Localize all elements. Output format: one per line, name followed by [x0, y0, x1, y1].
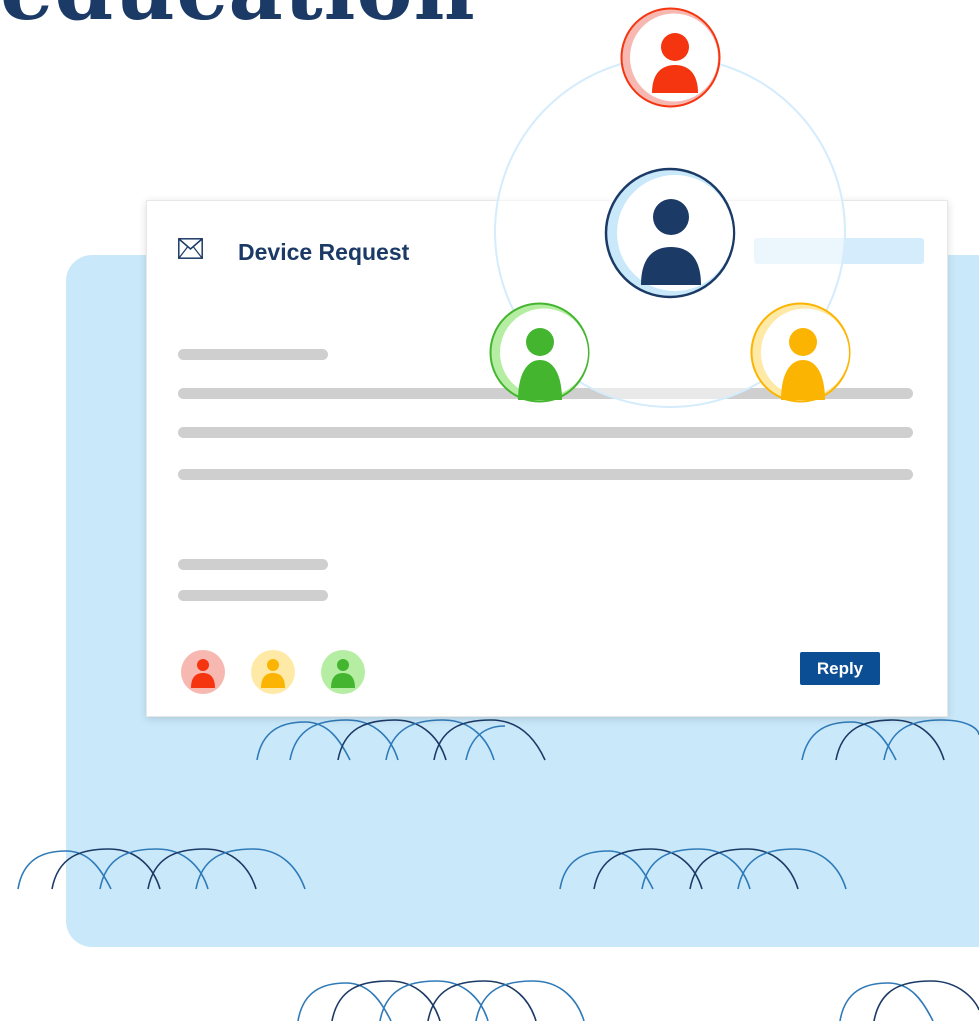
reply-button[interactable]: Reply: [800, 652, 880, 685]
navy-user-avatar-icon[interactable]: [604, 167, 736, 299]
text-placeholder-line: [178, 469, 913, 480]
text-placeholder-line: [178, 349, 328, 360]
wave-group: [801, 719, 979, 761]
wave-group: [297, 980, 585, 1021]
wave-group: [256, 719, 546, 761]
green-user-avatar-icon[interactable]: [321, 650, 365, 694]
wave-group: [559, 848, 847, 890]
text-placeholder-line: [178, 590, 328, 601]
text-placeholder-line: [178, 427, 913, 438]
wave-group: [839, 980, 979, 1021]
card-title: Device Request: [238, 239, 410, 265]
wave-group: [17, 848, 306, 890]
yellow-user-avatar-icon[interactable]: [750, 302, 851, 403]
red-user-avatar-icon[interactable]: [181, 650, 225, 694]
envelope-icon: [178, 238, 203, 259]
red-user-avatar-icon[interactable]: [620, 7, 721, 108]
yellow-user-avatar-icon[interactable]: [251, 650, 295, 694]
text-placeholder-line: [178, 559, 328, 570]
green-user-avatar-icon[interactable]: [489, 302, 590, 403]
